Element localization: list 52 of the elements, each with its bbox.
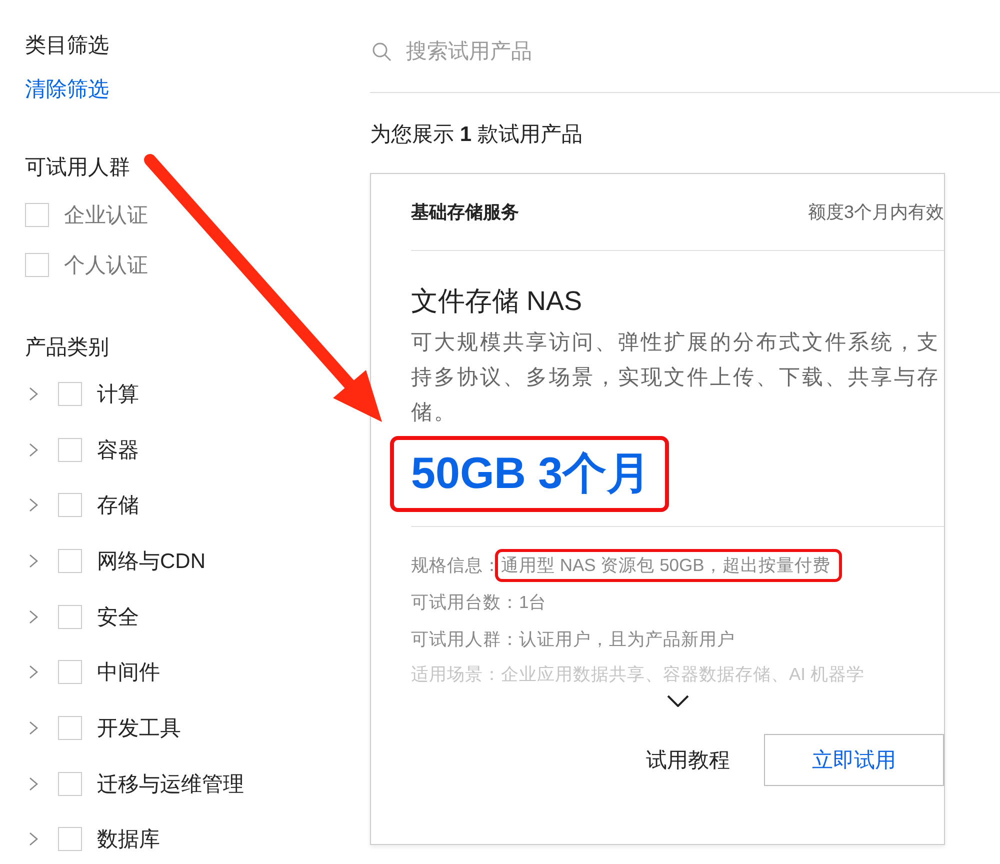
chevron-right-icon[interactable]	[29, 386, 39, 401]
checkbox[interactable]	[58, 827, 82, 852]
chevron-right-icon[interactable]	[29, 776, 39, 791]
checkbox-label[interactable]: 企业认证	[64, 201, 148, 229]
chevron-right-icon[interactable]	[29, 610, 39, 624]
category-label[interactable]: 计算	[97, 380, 139, 408]
category-label[interactable]: 数据库	[97, 825, 160, 854]
spec-label: 可试用人群：	[411, 629, 519, 649]
try-now-button[interactable]: 立即试用	[764, 734, 944, 786]
checkbox[interactable]	[58, 604, 82, 629]
clear-filter-link[interactable]: 清除筛选	[25, 76, 109, 104]
chevron-right-icon[interactable]	[29, 720, 39, 735]
chevron-down-icon[interactable]	[666, 695, 688, 707]
spec-value: 认证用户，且为产品新用户	[519, 629, 735, 649]
category-label[interactable]: 容器	[97, 436, 139, 464]
price-text: 50GB 3个月	[411, 449, 651, 498]
tutorial-link[interactable]: 试用教程	[646, 746, 730, 774]
checkbox-label[interactable]: 个人认证	[64, 251, 148, 279]
checkbox[interactable]	[58, 438, 82, 462]
chevron-right-icon[interactable]	[29, 498, 39, 512]
product-title: 文件存储 NAS	[411, 285, 584, 318]
checkbox[interactable]	[58, 716, 82, 740]
card-category: 基础存储服务	[411, 201, 519, 224]
chevron-right-icon[interactable]	[29, 442, 39, 457]
checkbox[interactable]	[58, 493, 82, 518]
checkbox[interactable]	[58, 382, 82, 406]
filter-heading: 类目筛选	[25, 33, 110, 59]
checkbox[interactable]	[58, 660, 82, 684]
checkbox[interactable]	[58, 772, 82, 796]
search-icon	[372, 42, 392, 62]
checkbox[interactable]	[58, 548, 82, 573]
category-label[interactable]: 开发工具	[97, 714, 181, 742]
spec-value: 企业应用数据共享、容器数据存储、AI 机器学	[501, 664, 864, 684]
category-label[interactable]: 网络与CDN	[97, 546, 206, 575]
chevron-right-icon[interactable]	[29, 554, 39, 568]
category-label[interactable]: 存储	[97, 491, 139, 520]
validity-note: 额度3个月内有效	[808, 201, 944, 224]
result-count-text: 为您展示 1 款试用产品	[370, 122, 584, 148]
section-heading: 可试用人群	[25, 155, 131, 181]
chevron-right-icon[interactable]	[29, 832, 39, 846]
spec-value: 通用型 NAS 资源包 50GB，超出按量付费	[495, 549, 842, 582]
checkbox[interactable]	[25, 203, 49, 227]
product-description: 可大规模共享访问、弹性扩展的分布式文件系统，支持多协议、多场景，实现文件上传、下载、共享与存储。	[411, 330, 941, 426]
spec-label: 适用场景：	[411, 664, 501, 684]
category-label[interactable]: 安全	[97, 602, 139, 631]
category-label[interactable]: 迁移与运维管理	[97, 770, 244, 798]
spec-label: 可试用台数：	[411, 592, 519, 612]
section-heading: 产品类别	[25, 335, 110, 361]
chevron-right-icon[interactable]	[29, 665, 39, 680]
checkbox[interactable]	[25, 253, 49, 277]
spec-value: 1台	[519, 592, 547, 612]
category-label[interactable]: 中间件	[97, 658, 160, 686]
